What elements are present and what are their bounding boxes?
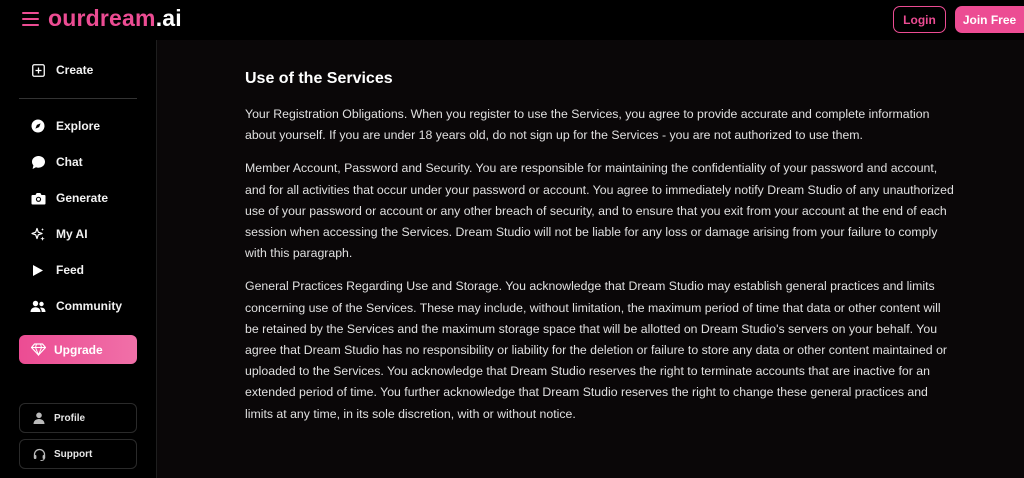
compass-icon xyxy=(30,118,46,134)
top-bar: ourdream.ai Login Join Free xyxy=(0,0,1024,40)
paragraph-use-storage: General Practices Regarding Use and Stor… xyxy=(245,279,947,421)
headset-icon xyxy=(32,447,46,461)
sidebar-item-label: Generate xyxy=(56,191,109,205)
paragraph-account-security: Member Account, Password and Security. Y… xyxy=(245,161,954,261)
users-icon xyxy=(30,298,46,314)
support-label: Support xyxy=(54,448,93,460)
plus-square-icon xyxy=(30,62,46,78)
sidebar-item-community[interactable]: Community xyxy=(19,291,137,321)
sidebar-item-chat[interactable]: Chat xyxy=(19,147,137,177)
chat-bubble-icon xyxy=(30,154,46,170)
sidebar-item-label: Community xyxy=(56,299,122,313)
sidebar-item-generate[interactable]: Generate xyxy=(19,183,137,213)
sidebar-item-label: Chat xyxy=(56,155,83,169)
upgrade-label: Upgrade xyxy=(54,342,103,357)
user-icon xyxy=(32,411,46,425)
sidebar-divider xyxy=(19,98,137,99)
sidebar-item-label: Feed xyxy=(56,263,85,277)
join-free-button[interactable]: Join Free xyxy=(955,6,1024,33)
sidebar: Create Explore Chat Generate My AI Feed xyxy=(0,40,157,478)
sidebar-item-my-ai[interactable]: My AI xyxy=(19,219,137,249)
sidebar-item-label: Create xyxy=(56,63,94,77)
diamond-icon xyxy=(30,342,46,358)
sidebar-item-create[interactable]: Create xyxy=(19,55,137,85)
login-button[interactable]: Login xyxy=(893,6,946,33)
logo-brand: ourdream xyxy=(48,5,156,31)
play-icon xyxy=(30,262,46,278)
logo-tld: .ai xyxy=(155,5,182,31)
profile-label: Profile xyxy=(54,412,86,424)
support-button[interactable]: Support xyxy=(19,439,137,469)
sidebar-item-explore[interactable]: Explore xyxy=(19,111,137,141)
camera-icon xyxy=(30,190,46,206)
main-content: Use of the Services Your Registration Ob… xyxy=(157,40,1024,478)
upgrade-button[interactable]: Upgrade xyxy=(19,335,137,364)
logo[interactable]: ourdream.ai xyxy=(48,5,182,32)
section-heading: Use of the Services xyxy=(245,70,393,87)
hamburger-menu-icon[interactable] xyxy=(22,11,40,27)
sparkle-icon xyxy=(30,226,46,242)
profile-button[interactable]: Profile xyxy=(19,403,137,433)
terms-article: Use of the Services Your Registration Ob… xyxy=(245,70,957,437)
sidebar-item-label: Explore xyxy=(56,119,101,133)
paragraph-registration: Your Registration Obligations. When you … xyxy=(245,107,930,143)
sidebar-item-label: My AI xyxy=(56,227,88,241)
sidebar-item-feed[interactable]: Feed xyxy=(19,255,137,285)
